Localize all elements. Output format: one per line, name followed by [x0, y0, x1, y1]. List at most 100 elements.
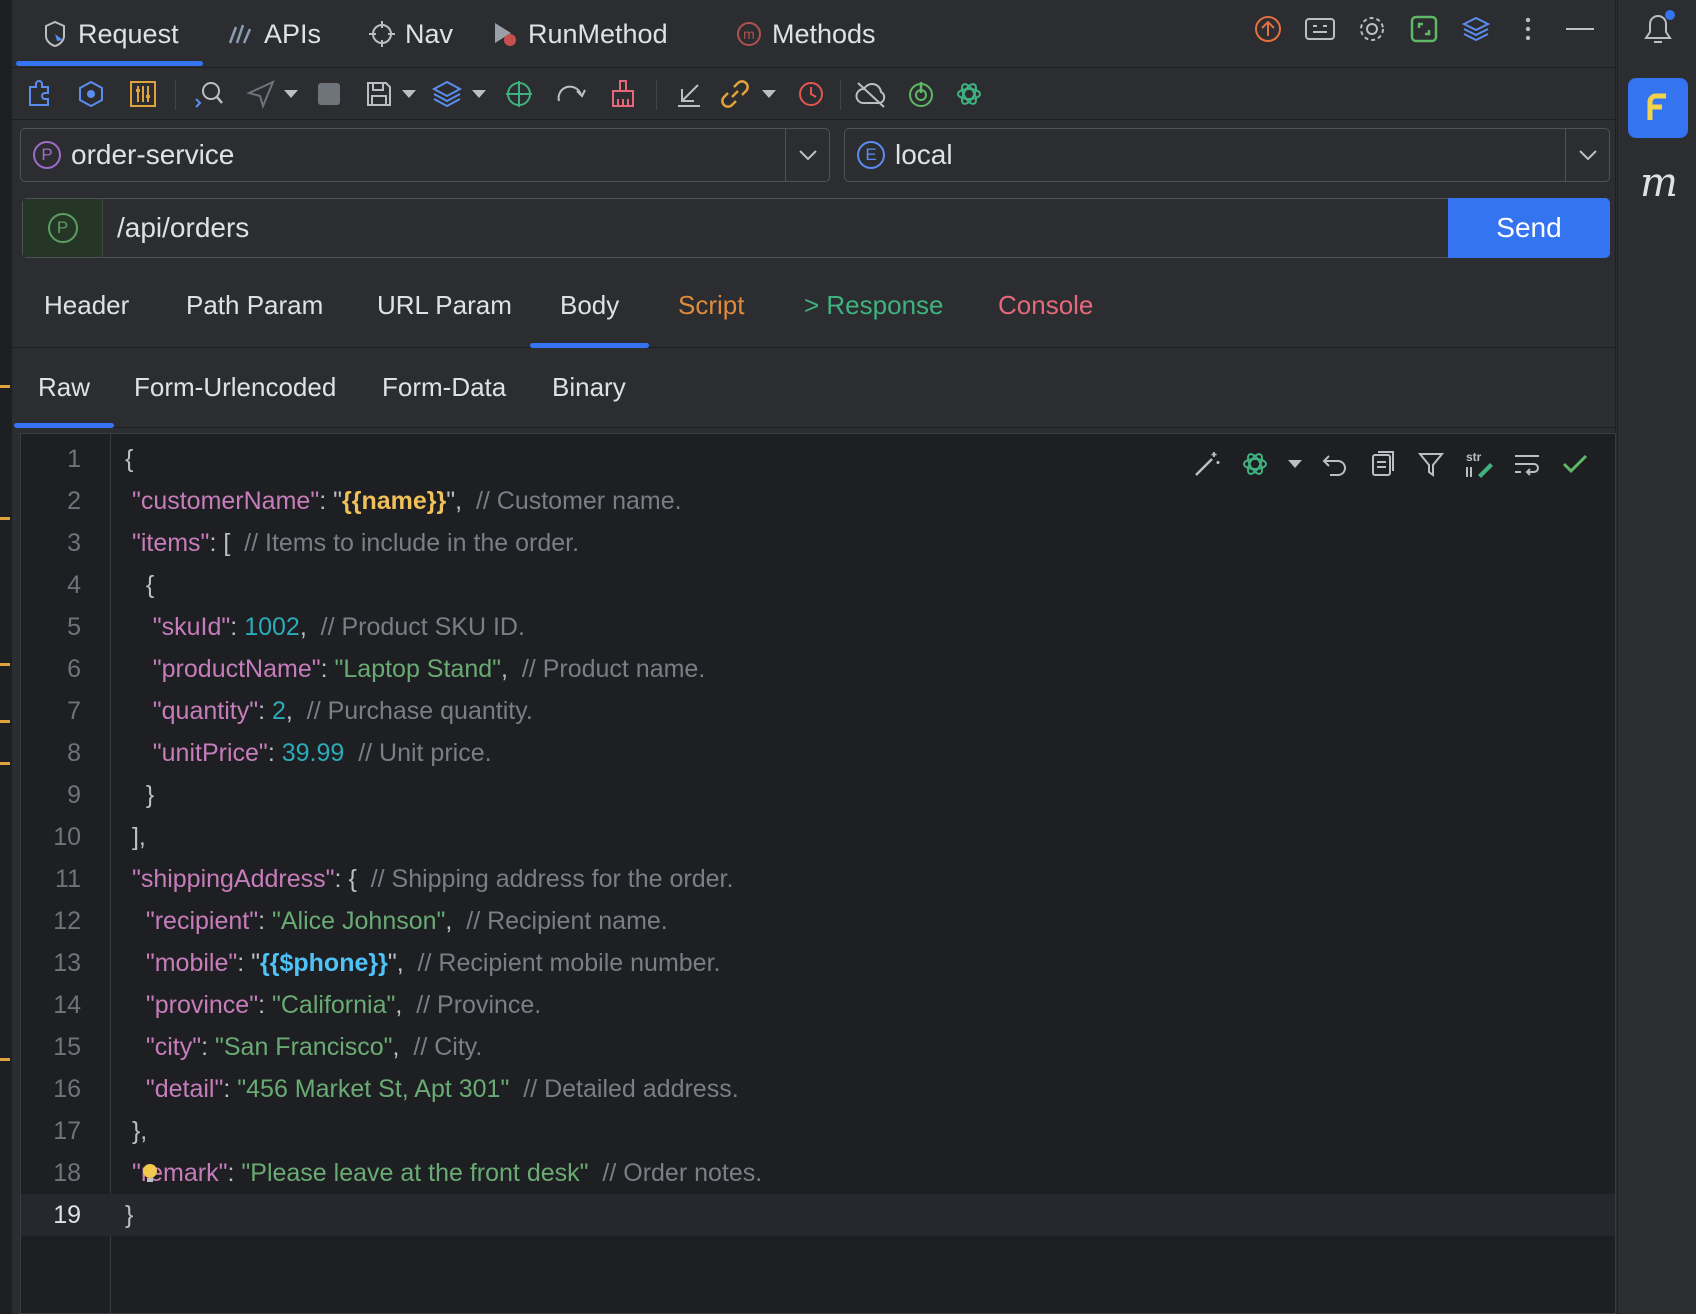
- code-token: }: [125, 1201, 134, 1229]
- tab-script[interactable]: Script: [678, 274, 744, 348]
- tab-url-param[interactable]: URL Param: [377, 274, 512, 348]
- tab-nav[interactable]: Nav: [367, 0, 453, 68]
- tab-binary[interactable]: Binary: [552, 354, 626, 428]
- chevron-down-icon[interactable]: [280, 77, 302, 111]
- code-line[interactable]: 12 "recipient": "Alice Johnson", // Reci…: [21, 900, 1615, 942]
- tab-header[interactable]: Header: [44, 274, 129, 348]
- code-line[interactable]: 9 }: [21, 774, 1615, 816]
- link-icon[interactable]: [718, 77, 752, 111]
- lightbulb-icon[interactable]: [141, 1156, 159, 1182]
- history-icon[interactable]: [794, 77, 828, 111]
- more-vertical-icon[interactable]: [1512, 13, 1544, 45]
- code-line[interactable]: 8 "unitPrice": 39.99 // Unit price.: [21, 732, 1615, 774]
- code-line[interactable]: 15 "city": "San Francisco", // City.: [21, 1026, 1615, 1068]
- layers-icon[interactable]: [1460, 13, 1492, 45]
- gear-icon[interactable]: [1356, 13, 1388, 45]
- target-icon[interactable]: [502, 77, 536, 111]
- sliders-icon[interactable]: [126, 77, 160, 111]
- code-line[interactable]: 16 "detail": "456 Market St, Apt 301" //…: [21, 1068, 1615, 1110]
- code-token: // City.: [413, 1033, 483, 1061]
- power-icon[interactable]: [904, 77, 938, 111]
- plugin-icon[interactable]: [22, 77, 56, 111]
- chevron-down-icon[interactable]: [1287, 448, 1303, 480]
- line-number: 6: [67, 655, 81, 683]
- tab-runmethod[interactable]: RunMethod: [490, 0, 668, 68]
- send-button[interactable]: Send: [1448, 198, 1610, 258]
- terminal-icon[interactable]: [1304, 13, 1336, 45]
- tab-methods[interactable]: m Methods: [734, 0, 876, 68]
- code-token: {: [125, 571, 155, 599]
- chevron-down-icon[interactable]: [468, 77, 490, 111]
- chevron-down-icon[interactable]: [1565, 129, 1609, 181]
- search-icon[interactable]: [192, 77, 226, 111]
- code-token: "San Francisco": [215, 1033, 393, 1061]
- code-token: :: [258, 697, 272, 725]
- chevron-down-icon[interactable]: [785, 129, 829, 181]
- redo-icon[interactable]: [554, 77, 588, 111]
- code-line[interactable]: 17 },: [21, 1110, 1615, 1152]
- tab-methods-label: Methods: [772, 18, 876, 49]
- copy-icon[interactable]: [1367, 448, 1399, 480]
- fast-request-plugin-icon[interactable]: [1628, 78, 1688, 138]
- tab-body[interactable]: Body: [529, 274, 650, 348]
- notification-bell-icon[interactable]: [1638, 8, 1678, 48]
- code-token: // Purchase quantity.: [306, 697, 533, 725]
- hexagon-icon[interactable]: [74, 77, 108, 111]
- string-edit-icon[interactable]: str: [1463, 448, 1495, 480]
- project-select[interactable]: P order-service: [20, 128, 830, 182]
- environment-select[interactable]: E local: [844, 128, 1610, 182]
- url-input[interactable]: [117, 209, 1417, 247]
- change-marker: [0, 1058, 10, 1061]
- openai-icon[interactable]: [1239, 448, 1271, 480]
- code-token: }: [125, 781, 155, 809]
- chevron-down-icon[interactable]: [398, 77, 420, 111]
- stop-icon[interactable]: [312, 77, 346, 111]
- code-line[interactable]: 13 "mobile": "{{$phone}}", // Recipient …: [21, 942, 1615, 984]
- top-action-group: [1252, 0, 1596, 58]
- tab-form-urlencoded[interactable]: Form-Urlencoded: [134, 354, 336, 428]
- code-line[interactable]: 11 "shippingAddress": { // Shipping addr…: [21, 858, 1615, 900]
- maven-icon[interactable]: m: [1636, 160, 1680, 206]
- openai-icon[interactable]: [952, 77, 986, 111]
- code-line[interactable]: 2 "customerName": "{{name}}", // Custome…: [21, 480, 1615, 522]
- import-icon[interactable]: [672, 77, 706, 111]
- code-token: },: [125, 1117, 148, 1145]
- tab-apis[interactable]: APIs: [226, 0, 321, 68]
- broom-icon[interactable]: [606, 77, 640, 111]
- code-line[interactable]: 19}: [21, 1194, 1615, 1236]
- tab-console[interactable]: Console: [998, 274, 1093, 348]
- tab-form-data[interactable]: Form-Data: [382, 354, 506, 428]
- tab-path-param[interactable]: Path Param: [186, 274, 323, 348]
- code-line[interactable]: 10 ],: [21, 816, 1615, 858]
- code-line[interactable]: 14 "province": "California", // Province…: [21, 984, 1615, 1026]
- svg-text:m: m: [743, 26, 755, 42]
- request-panel: Request APIs Nav RunMethod m Methods P o…: [12, 0, 1616, 1314]
- code-text: {: [125, 564, 154, 606]
- stack-icon[interactable]: [430, 77, 464, 111]
- upload-icon[interactable]: [1252, 13, 1284, 45]
- filter-icon[interactable]: [1415, 448, 1447, 480]
- json-body-editor[interactable]: 1{2 "customerName": "{{name}}", // Custo…: [20, 433, 1616, 1314]
- send-arrow-icon[interactable]: [244, 77, 278, 111]
- magic-wand-icon[interactable]: [1191, 448, 1223, 480]
- chevron-down-icon[interactable]: [758, 77, 780, 111]
- cloud-off-icon[interactable]: [854, 77, 888, 111]
- code-line[interactable]: 5 "skuId": 1002, // Product SKU ID.: [21, 606, 1615, 648]
- toolbar-divider: [656, 80, 657, 110]
- code-line[interactable]: 18 "remark": "Please leave at the front …: [21, 1152, 1615, 1194]
- code-line[interactable]: 7 "quantity": 2, // Purchase quantity.: [21, 690, 1615, 732]
- code-line[interactable]: 3 "items": [ // Items to include in the …: [21, 522, 1615, 564]
- tab-request[interactable]: Request: [16, 0, 203, 68]
- tab-response[interactable]: > Response: [804, 274, 943, 348]
- http-method-selector[interactable]: P: [23, 199, 103, 257]
- undo-icon[interactable]: [1319, 448, 1351, 480]
- minimize-icon[interactable]: [1564, 13, 1596, 45]
- tab-raw[interactable]: Raw: [13, 354, 115, 428]
- code-line[interactable]: 6 "productName": "Laptop Stand", // Prod…: [21, 648, 1615, 690]
- code-token: {: [125, 445, 134, 473]
- wrap-lines-icon[interactable]: [1511, 448, 1543, 480]
- code-line[interactable]: 4 {: [21, 564, 1615, 606]
- expand-icon[interactable]: [1408, 13, 1440, 45]
- save-icon[interactable]: [362, 77, 396, 111]
- code-text: "city": "San Francisco", // City.: [125, 1026, 483, 1068]
